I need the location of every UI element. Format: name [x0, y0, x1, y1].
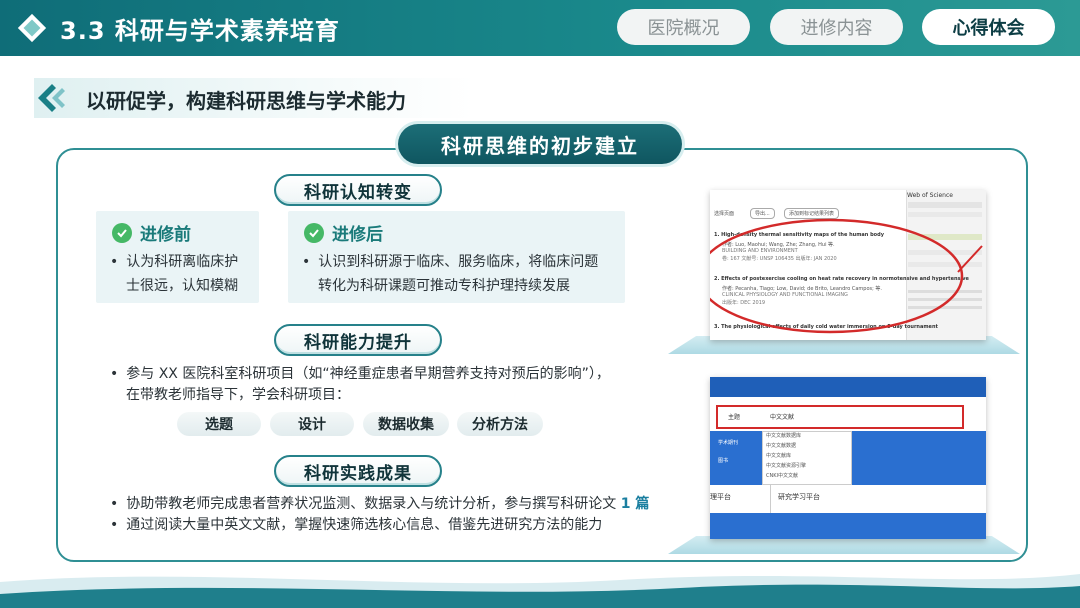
- page-title: 3.3 科研与学术素养培育: [60, 17, 340, 45]
- cnki-menu-item[interactable]: 中文文献数据: [766, 442, 796, 449]
- ability-line-1: 参与 XX 医院科室科研项目（如“神经重症患者早期营养支持对预后的影响”），: [126, 366, 610, 382]
- after-heading: 进修后: [304, 220, 383, 245]
- panel-title: 科研思维的初步建立: [398, 124, 682, 164]
- before-line-2: 士很远，认知模糊: [126, 278, 238, 294]
- cnki-sidebar-item[interactable]: 学术期刊: [718, 439, 738, 446]
- bottom-wave-decoration: [0, 574, 1080, 608]
- after-label: 进修后: [332, 225, 383, 245]
- chevron-left-icon: [38, 84, 65, 112]
- red-annotation-ellipse: [710, 218, 983, 334]
- after-line-1: 认识到科研源于临床、服务临床，将临床问题: [318, 254, 599, 270]
- section-title-ability: 科研能力提升: [274, 324, 442, 356]
- after-line-2: 转化为科研课题可推动专科护理持续发展: [318, 278, 570, 294]
- nav-tab-reflections[interactable]: 心得体会: [922, 9, 1055, 45]
- diamond-logo-icon: [17, 13, 47, 43]
- cnki-footer-right[interactable]: 研究学习平台: [778, 492, 820, 502]
- paper-count: 1 篇: [620, 496, 650, 512]
- after-text: • 认识到科研源于临床、服务临床，将临床问题 转化为科研课题可推动专科护理持续发展: [302, 250, 598, 298]
- before-line-1: 认为科研离临床护: [126, 254, 239, 270]
- before-label: 进修前: [140, 225, 191, 245]
- tag-data-collection: 数据收集: [363, 412, 449, 436]
- section-title-cognition: 科研认知转变: [274, 174, 442, 206]
- cnki-menu-item[interactable]: 中文文献数据库: [766, 432, 801, 439]
- before-text: • 认为科研离临床护 士很远，认知模糊: [110, 250, 238, 298]
- results-text: • 协助带教老师完成患者营养状况监测、数据录入与统计分析，参与撰写科研论文 1 篇…: [110, 496, 650, 533]
- check-icon: [112, 222, 132, 243]
- results-line-1: 协助带教老师完成患者营养状况监测、数据录入与统计分析，参与撰写科研论文: [126, 496, 617, 512]
- cnki-screenshot: 主题 中文文献 中文文献数据库 中文文献数据 中文文献库 中文文献资源引擎 CN…: [710, 377, 986, 539]
- nav-tab-hospital-overview[interactable]: 医院概况: [617, 9, 750, 45]
- red-annotation-box: [716, 405, 964, 429]
- before-heading: 进修前: [112, 220, 191, 245]
- cnki-menu-item[interactable]: CNKI中文文献: [766, 472, 798, 479]
- cnki-menu-item[interactable]: 中文文献资源引擎: [766, 462, 806, 469]
- results-line-2: 通过阅读大量中英文文献，掌握快速筛选核心信息、借鉴先进研究方法的能力: [126, 517, 603, 533]
- cnki-sidebar-item[interactable]: 图书: [718, 457, 728, 464]
- ability-line-2: 在带教老师指导下，学会科研项目：: [126, 387, 350, 403]
- cnki-menu-item[interactable]: 中文文献库: [766, 452, 791, 459]
- tag-analysis-method: 分析方法: [457, 412, 543, 436]
- subheading-title: 以研促学，构建科研思维与学术能力: [86, 89, 406, 113]
- header-bar: 3.3 科研与学术素养培育 医院概况 进修内容 心得体会: [0, 0, 1080, 56]
- tag-topic-selection: 选题: [177, 412, 261, 436]
- nav-tab-training-content[interactable]: 进修内容: [770, 9, 903, 45]
- tag-design: 设计: [270, 412, 354, 436]
- web-of-science-screenshot: Web of Science 选择页面 导出... 添加到标记结果列表 1. H…: [710, 190, 986, 340]
- section-title-results: 科研实践成果: [274, 455, 442, 487]
- ability-text: • 参与 XX 医院科室科研项目（如“神经重症患者早期营养支持对预后的影响”）， …: [110, 364, 670, 406]
- check-icon: [304, 222, 324, 243]
- cnki-footer-left[interactable]: 理平台: [710, 492, 731, 502]
